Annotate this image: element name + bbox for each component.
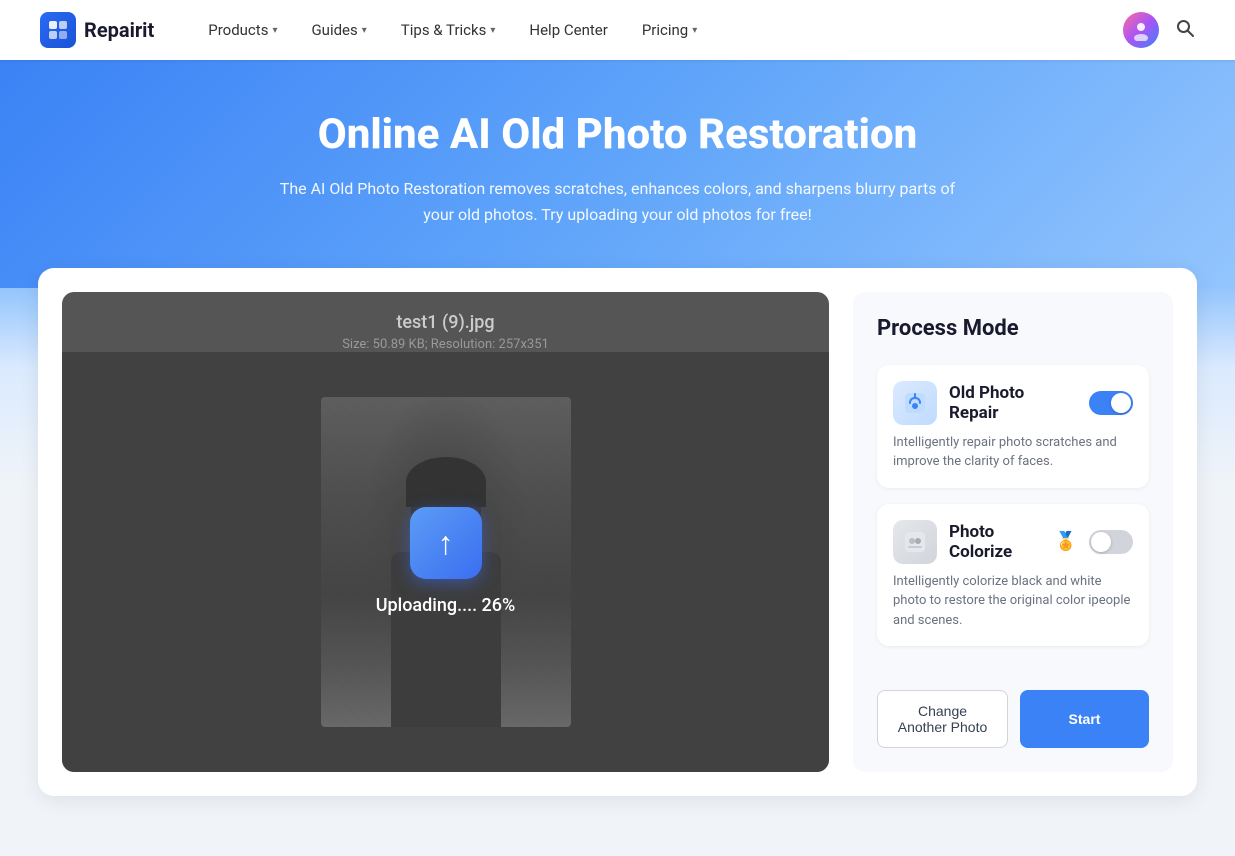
process-mode-title: Process Mode — [877, 316, 1149, 341]
photo-fileinfo: Size: 50.89 KB; Resolution: 257x351 — [342, 337, 549, 352]
option-photo-colorize: Photo Colorize 🏅 Intelligently colorize … — [877, 504, 1149, 647]
nav-item-tips[interactable]: Tips & Tricks ▾ — [387, 13, 510, 47]
nav-label-pricing: Pricing — [642, 21, 688, 39]
nav-label-help: Help Center — [529, 21, 607, 39]
upload-overlay: ↑ Uploading.... 26% — [62, 352, 829, 772]
option-header-colorize: Photo Colorize 🏅 — [893, 520, 1133, 564]
logo-text: Repairit — [84, 18, 154, 42]
content-wrapper: test1 (9).jpg Size: 50.89 KB; Resolution… — [0, 288, 1235, 856]
chevron-down-icon: ▾ — [490, 25, 495, 36]
option-label-repair: Old Photo Repair — [949, 383, 1077, 423]
logo[interactable]: Repairit — [40, 12, 154, 48]
option-icon-colorize — [893, 520, 937, 564]
process-panel: Process Mode Old Photo Repair — [853, 292, 1173, 772]
change-photo-button[interactable]: Change Another Photo — [877, 690, 1008, 748]
logo-icon — [40, 12, 76, 48]
chevron-down-icon: ▾ — [272, 25, 277, 36]
nav-right — [1123, 12, 1195, 48]
chevron-down-icon: ▾ — [362, 25, 367, 36]
hero-subtitle: The AI Old Photo Restoration removes scr… — [268, 176, 968, 227]
option-icon-repair — [893, 381, 937, 425]
process-actions: Change Another Photo Start — [877, 690, 1149, 748]
nav-item-pricing[interactable]: Pricing ▾ — [628, 13, 711, 47]
nav-item-help[interactable]: Help Center — [515, 13, 621, 47]
nav-menu: Products ▾ Guides ▾ Tips & Tricks ▾ Help… — [194, 13, 1123, 47]
hero-title: Online AI Old Photo Restoration — [20, 110, 1215, 160]
photo-image-area: ↑ Uploading.... 26% — [62, 352, 829, 772]
option-label-colorize: Photo Colorize — [949, 522, 1039, 562]
search-icon[interactable] — [1175, 18, 1195, 43]
nav-label-products: Products — [208, 21, 268, 39]
photo-panel: test1 (9).jpg Size: 50.89 KB; Resolution… — [62, 292, 829, 772]
upload-progress-text: Uploading.... 26% — [376, 595, 516, 616]
option-old-photo-repair: Old Photo Repair Intelligently repair ph… — [877, 365, 1149, 488]
nav-item-guides[interactable]: Guides ▾ — [297, 13, 380, 47]
avatar[interactable] — [1123, 12, 1159, 48]
nav-label-guides: Guides — [311, 21, 357, 39]
main-card: test1 (9).jpg Size: 50.89 KB; Resolution… — [38, 268, 1197, 796]
option-desc-repair: Intelligently repair photo scratches and… — [893, 433, 1133, 472]
option-desc-colorize: Intelligently colorize black and white p… — [893, 572, 1133, 631]
navbar: Repairit Products ▾ Guides ▾ Tips & Tric… — [0, 0, 1235, 60]
upload-arrow-icon: ↑ — [438, 527, 454, 559]
photo-filename: test1 (9).jpg — [396, 312, 494, 333]
chevron-down-icon: ▾ — [692, 25, 697, 36]
colorize-badge: 🏅 — [1055, 531, 1077, 552]
nav-label-tips: Tips & Tricks — [401, 21, 487, 39]
start-button[interactable]: Start — [1020, 690, 1149, 748]
option-header-repair: Old Photo Repair — [893, 381, 1133, 425]
hero-section: Online AI Old Photo Restoration The AI O… — [0, 60, 1235, 288]
nav-item-products[interactable]: Products ▾ — [194, 13, 291, 47]
upload-icon-box: ↑ — [410, 507, 482, 579]
toggle-colorize[interactable] — [1089, 530, 1133, 554]
toggle-repair[interactable] — [1089, 391, 1133, 415]
